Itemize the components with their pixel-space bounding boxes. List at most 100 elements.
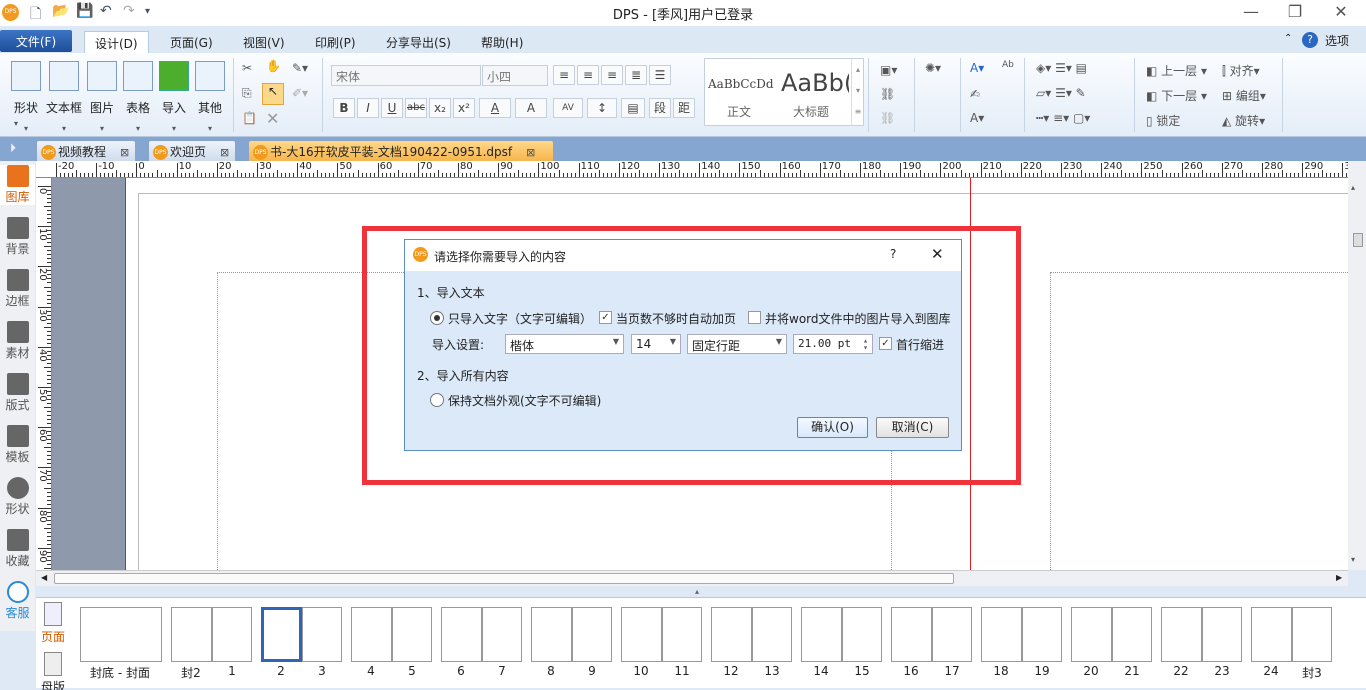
page-thumbnail[interactable]: [531, 607, 572, 662]
font-family-select[interactable]: 宋体: [331, 65, 481, 86]
page-thumbnail[interactable]: [711, 607, 752, 662]
select-pointer-button[interactable]: ↖: [262, 83, 284, 105]
subscript-button[interactable]: x₂: [429, 98, 451, 118]
paste-icon[interactable]: 📋: [242, 111, 257, 125]
spacing-mode-select[interactable]: 固定行距 ▼: [687, 334, 787, 354]
sidebar-item-4[interactable]: 版式: [0, 373, 35, 413]
radio-keep-layout[interactable]: [430, 393, 444, 407]
style-heading[interactable]: 大标题: [793, 103, 829, 120]
page-thumbnail[interactable]: [302, 607, 342, 662]
spellcheck-icon[interactable]: ✍: [970, 87, 980, 101]
rotate-button[interactable]: ◭ 旋转▾: [1222, 112, 1265, 129]
page-thumbnail[interactable]: [482, 607, 522, 662]
help-icon[interactable]: ?: [1302, 32, 1318, 48]
lock-button[interactable]: ▯ 锁定: [1146, 112, 1180, 129]
link-icon[interactable]: ⛓: [880, 87, 895, 101]
ribbon-expand-icon[interactable]: ▾: [14, 119, 18, 128]
tab-page[interactable]: 页面(G): [160, 31, 223, 53]
effects-icon[interactable]: ✺▾: [925, 61, 941, 75]
sidebar-item-2[interactable]: 边框: [0, 269, 35, 309]
paragraph-button[interactable]: 段: [649, 98, 671, 118]
align-left-button[interactable]: ≡: [553, 65, 575, 85]
char-spacing-button[interactable]: AV: [553, 98, 583, 118]
restore-button[interactable]: ❐: [1280, 2, 1310, 21]
page-thumbnail[interactable]: [1112, 607, 1152, 662]
text-effect-icon[interactable]: A▾: [970, 61, 984, 75]
frame-icon[interactable]: ▣▾: [880, 63, 897, 77]
page-thumbnail[interactable]: [1071, 607, 1112, 662]
checkbox-autopage[interactable]: ✓: [599, 311, 612, 324]
tab-design[interactable]: 设计(D): [84, 31, 149, 53]
table-button[interactable]: 表格 ▾: [118, 61, 158, 133]
align-right-button[interactable]: ≡: [601, 65, 623, 85]
close-button[interactable]: ✕: [1326, 2, 1356, 21]
panel-toggle-icon[interactable]: ⏵: [10, 141, 16, 156]
collapse-ribbon-icon[interactable]: ⌃: [1284, 33, 1292, 44]
page-thumbnail[interactable]: [171, 607, 212, 662]
fill-color-icon[interactable]: ◈▾ ☰▾ ▤: [1036, 61, 1087, 75]
hscroll-thumb[interactable]: [54, 573, 954, 584]
page-thumbnail[interactable]: [212, 607, 252, 662]
checkbox-import-images[interactable]: [748, 311, 761, 324]
checkbox-indent[interactable]: ✓: [879, 337, 892, 350]
sidebar-item-1[interactable]: 背景: [0, 217, 35, 257]
sidebar-item-3[interactable]: 素材: [0, 321, 35, 361]
horizontal-scrollbar[interactable]: ◀ ▶: [36, 570, 1348, 586]
close-tab-icon[interactable]: ⊠: [120, 146, 129, 159]
panel-tab-master[interactable]: 母版: [38, 650, 68, 690]
line-style-icon[interactable]: ┅▾ ≡▾ ▢▾: [1036, 111, 1090, 125]
help-button[interactable]: ?: [890, 247, 896, 261]
tab-file[interactable]: 文件(F): [0, 30, 72, 52]
page-thumbnail[interactable]: [801, 607, 842, 662]
columns-button[interactable]: ▤: [621, 98, 645, 118]
page-thumbnail[interactable]: [891, 607, 932, 662]
panel-tab-pages[interactable]: 页面: [38, 600, 68, 646]
text-direction-icon[interactable]: Ab: [1002, 60, 1014, 70]
close-tab-icon[interactable]: ⊠: [526, 146, 535, 159]
style-body[interactable]: 正文: [727, 103, 751, 120]
style-gallery-scroll[interactable]: ▴ ▾ ≡: [851, 59, 864, 125]
page-thumbnail[interactable]: [752, 607, 792, 662]
align-center-button[interactable]: ≡: [577, 65, 599, 85]
scroll-thumb[interactable]: [1353, 233, 1363, 247]
strikethrough-button[interactable]: abc: [405, 98, 427, 118]
page-thumbnail[interactable]: [1202, 607, 1242, 662]
highlight-button[interactable]: A: [515, 98, 547, 118]
sidebar-item-6[interactable]: 形状: [0, 477, 35, 517]
eyedropper-icon[interactable]: ✐▾: [292, 86, 308, 100]
justify-button[interactable]: ≣: [625, 65, 647, 85]
doc-tab-video[interactable]: DPS 视频教程 ⊠: [36, 140, 137, 161]
size-select[interactable]: 14 ▼: [631, 334, 681, 354]
page-thumbnail[interactable]: [932, 607, 972, 662]
shape-button[interactable]: 形状 ▾: [6, 61, 46, 133]
image-button[interactable]: 图片 ▾: [82, 61, 122, 133]
line-color-icon[interactable]: ▱▾ ☰▾ ✎: [1036, 86, 1086, 100]
group-button[interactable]: ⊞ 编组▾: [1222, 87, 1266, 104]
spacing-button[interactable]: 距: [673, 98, 695, 118]
tab-help[interactable]: 帮助(H): [471, 31, 533, 53]
superscript-button[interactable]: x²: [453, 98, 475, 118]
options-menu[interactable]: 选项: [1325, 32, 1349, 49]
bring-forward-button[interactable]: ◧ 上一层 ▾: [1146, 62, 1207, 79]
spacing-value-spinner[interactable]: 21.00 pt ▴ ▾: [793, 334, 873, 354]
page-thumbnail[interactable]: [80, 607, 162, 662]
splitter-arrow-icon[interactable]: ▴: [695, 587, 699, 596]
page-thumbnail[interactable]: [662, 607, 702, 662]
page-thumbnail[interactable]: [351, 607, 392, 662]
cut-icon[interactable]: ✂: [242, 61, 252, 75]
doc-tab-welcome[interactable]: DPS 欢迎页 ⊠: [148, 140, 237, 161]
tab-print[interactable]: 印刷(P): [305, 31, 366, 53]
sidebar-item-8[interactable]: 客服: [0, 581, 35, 621]
ok-button[interactable]: 确认(O): [797, 417, 868, 438]
close-tab-icon[interactable]: ⊠: [220, 146, 229, 159]
font-size-select[interactable]: 小四: [482, 65, 548, 86]
page-thumbnail[interactable]: [1022, 607, 1062, 662]
distribute-button[interactable]: ☰: [649, 65, 671, 85]
line-spacing-button[interactable]: ↕: [587, 98, 617, 118]
font-color-button[interactable]: A: [479, 98, 511, 118]
page-thumbnail[interactable]: [392, 607, 432, 662]
sidebar-item-5[interactable]: 模板: [0, 425, 35, 465]
underline-button[interactable]: U: [381, 98, 403, 118]
align-button[interactable]: ⫿ 对齐▾: [1222, 62, 1260, 79]
italic-button[interactable]: I: [357, 98, 379, 118]
